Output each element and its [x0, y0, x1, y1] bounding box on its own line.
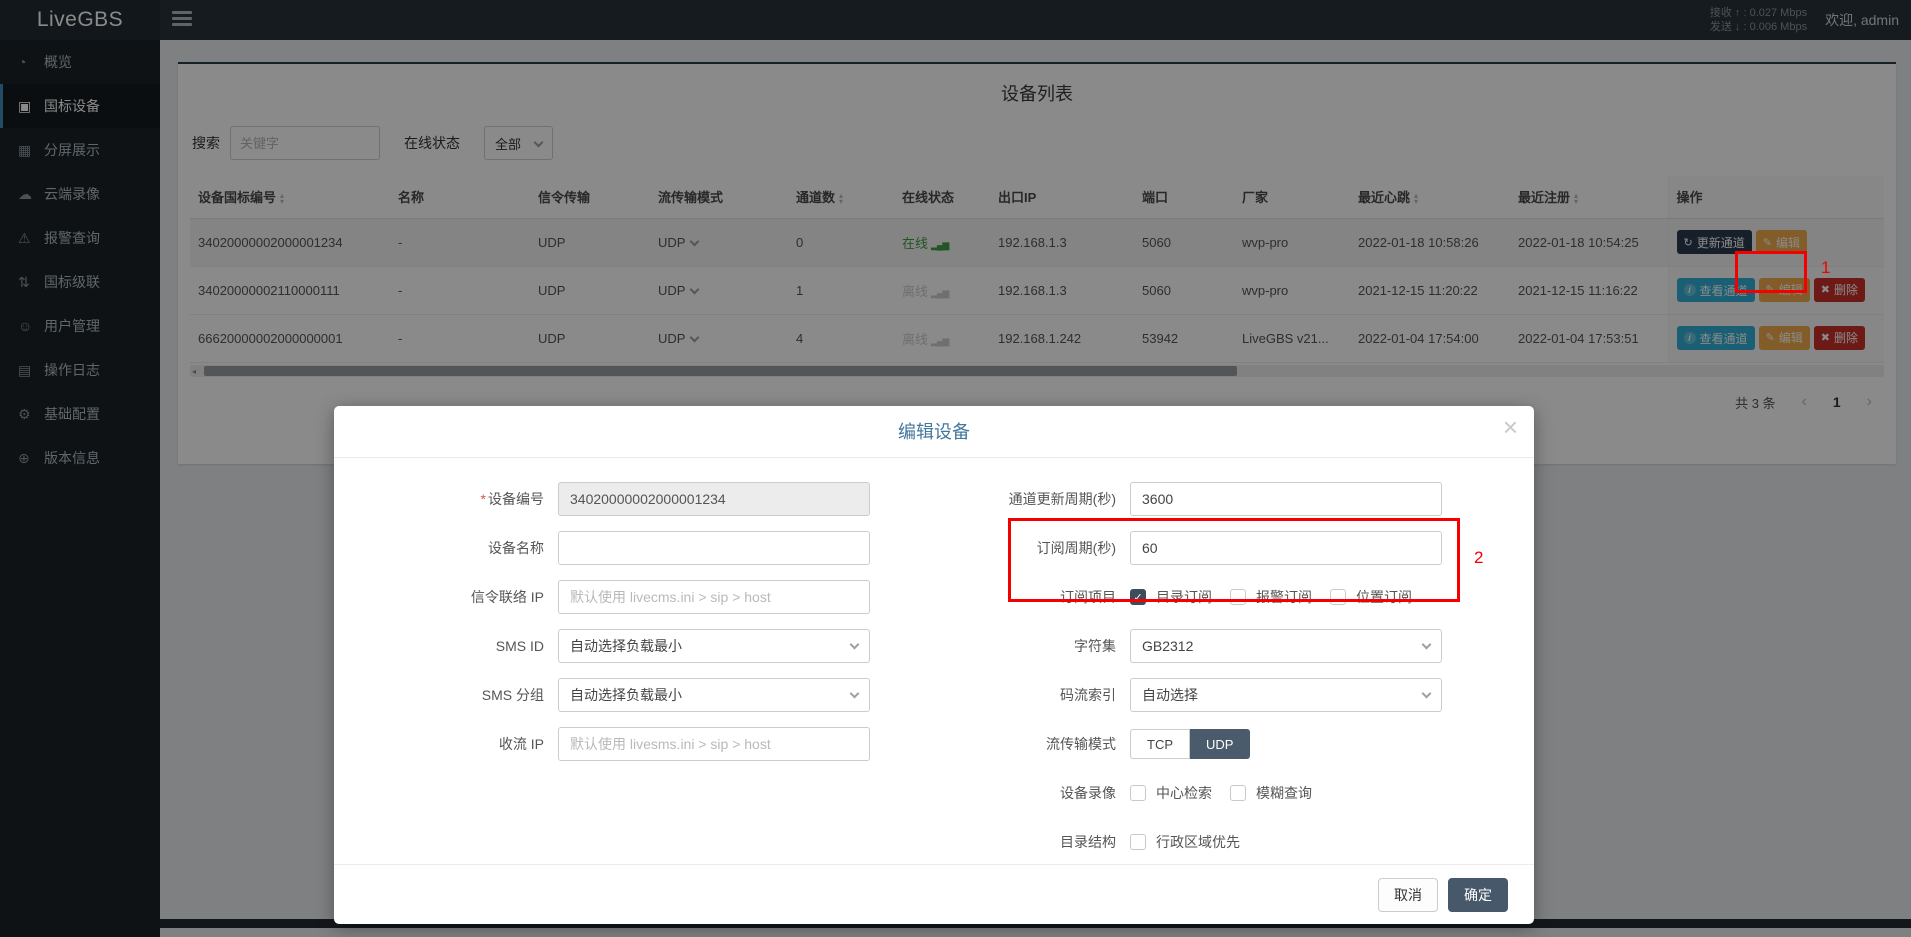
- modal-body: *设备编号 设备名称 信令联络 IP SMS ID 自动选择负载最小 SMS 分…: [334, 458, 1534, 874]
- device-name-field[interactable]: [558, 531, 870, 565]
- checkbox-label[interactable]: 中心检索: [1156, 783, 1212, 803]
- cancel-button[interactable]: 取消: [1378, 878, 1438, 912]
- checkbox-icon[interactable]: [1130, 785, 1146, 801]
- modal-header: 编辑设备 ×: [334, 406, 1534, 458]
- chevron-down-icon: [850, 689, 860, 699]
- sms-group-select[interactable]: 自动选择负载最小: [558, 678, 870, 712]
- checkbox-label[interactable]: 模糊查询: [1256, 783, 1312, 803]
- sms-group-label: SMS 分组: [378, 685, 558, 705]
- channel-refresh-field[interactable]: [1130, 482, 1442, 516]
- stream-mode-label: 流传输模式: [954, 734, 1130, 754]
- checkbox-icon[interactable]: [1230, 785, 1246, 801]
- stream-index-label: 码流索引: [954, 685, 1130, 705]
- subscribe-period-label: 订阅周期(秒): [954, 538, 1130, 558]
- sms-id-label: SMS ID: [378, 638, 558, 654]
- checkbox-label[interactable]: 行政区域优先: [1156, 832, 1240, 852]
- form-column-left: *设备编号 设备名称 信令联络 IP SMS ID 自动选择负载最小 SMS 分…: [378, 482, 954, 874]
- annotation-number-1: 1: [1821, 258, 1830, 278]
- dir-structure-label: 目录结构: [954, 832, 1130, 852]
- dir-structure-group: 行政区域优先: [1130, 832, 1442, 852]
- stream-index-select[interactable]: 自动选择: [1130, 678, 1442, 712]
- device-id-label: *设备编号: [378, 489, 558, 509]
- checkbox-icon[interactable]: [1330, 589, 1346, 605]
- subscribe-items-group: ✓ 目录订阅 报警订阅 位置订阅: [1130, 587, 1442, 607]
- device-name-label: 设备名称: [378, 538, 558, 558]
- close-icon[interactable]: ×: [1503, 414, 1518, 440]
- checkbox-label[interactable]: 位置订阅: [1356, 587, 1412, 607]
- recv-ip-label: 收流 IP: [378, 734, 558, 754]
- checkbox-checked-icon[interactable]: ✓: [1130, 589, 1146, 605]
- subscribe-items-label: 订阅项目: [954, 587, 1130, 607]
- modal-title: 编辑设备: [334, 406, 1534, 458]
- sms-id-select[interactable]: 自动选择负载最小: [558, 629, 870, 663]
- modal-footer: 取消 确定: [334, 864, 1534, 924]
- chevron-down-icon: [850, 640, 860, 650]
- device-id-field: [558, 482, 870, 516]
- charset-select[interactable]: GB2312: [1130, 629, 1442, 663]
- recv-ip-field[interactable]: [558, 727, 870, 761]
- checkbox-label[interactable]: 报警订阅: [1256, 587, 1312, 607]
- stream-mode-segmented: TCPUDP: [1130, 729, 1442, 759]
- charset-label: 字符集: [954, 636, 1130, 656]
- sip-ip-label: 信令联络 IP: [378, 587, 558, 607]
- annotation-number-2: 2: [1474, 548, 1483, 568]
- stream-mode-option-tcp[interactable]: TCP: [1130, 729, 1190, 759]
- form-column-right: 通道更新周期(秒) 订阅周期(秒) 订阅项目 ✓ 目录订阅 报警订阅 位置订阅 字符集…: [954, 482, 1530, 874]
- device-record-label: 设备录像: [954, 783, 1130, 803]
- confirm-button[interactable]: 确定: [1448, 878, 1508, 912]
- chevron-down-icon: [1422, 640, 1432, 650]
- channel-refresh-label: 通道更新周期(秒): [954, 489, 1130, 509]
- subscribe-period-field[interactable]: [1130, 531, 1442, 565]
- checkbox-icon[interactable]: [1230, 589, 1246, 605]
- checkbox-label[interactable]: 目录订阅: [1156, 587, 1212, 607]
- sip-ip-field[interactable]: [558, 580, 870, 614]
- edit-device-modal: 编辑设备 × *设备编号 设备名称 信令联络 IP SMS ID 自动选择负载最…: [334, 406, 1534, 924]
- checkbox-icon[interactable]: [1130, 834, 1146, 850]
- device-record-group: 中心检索 模糊查询: [1130, 783, 1442, 803]
- stream-mode-option-udp[interactable]: UDP: [1190, 729, 1250, 759]
- chevron-down-icon: [1422, 689, 1432, 699]
